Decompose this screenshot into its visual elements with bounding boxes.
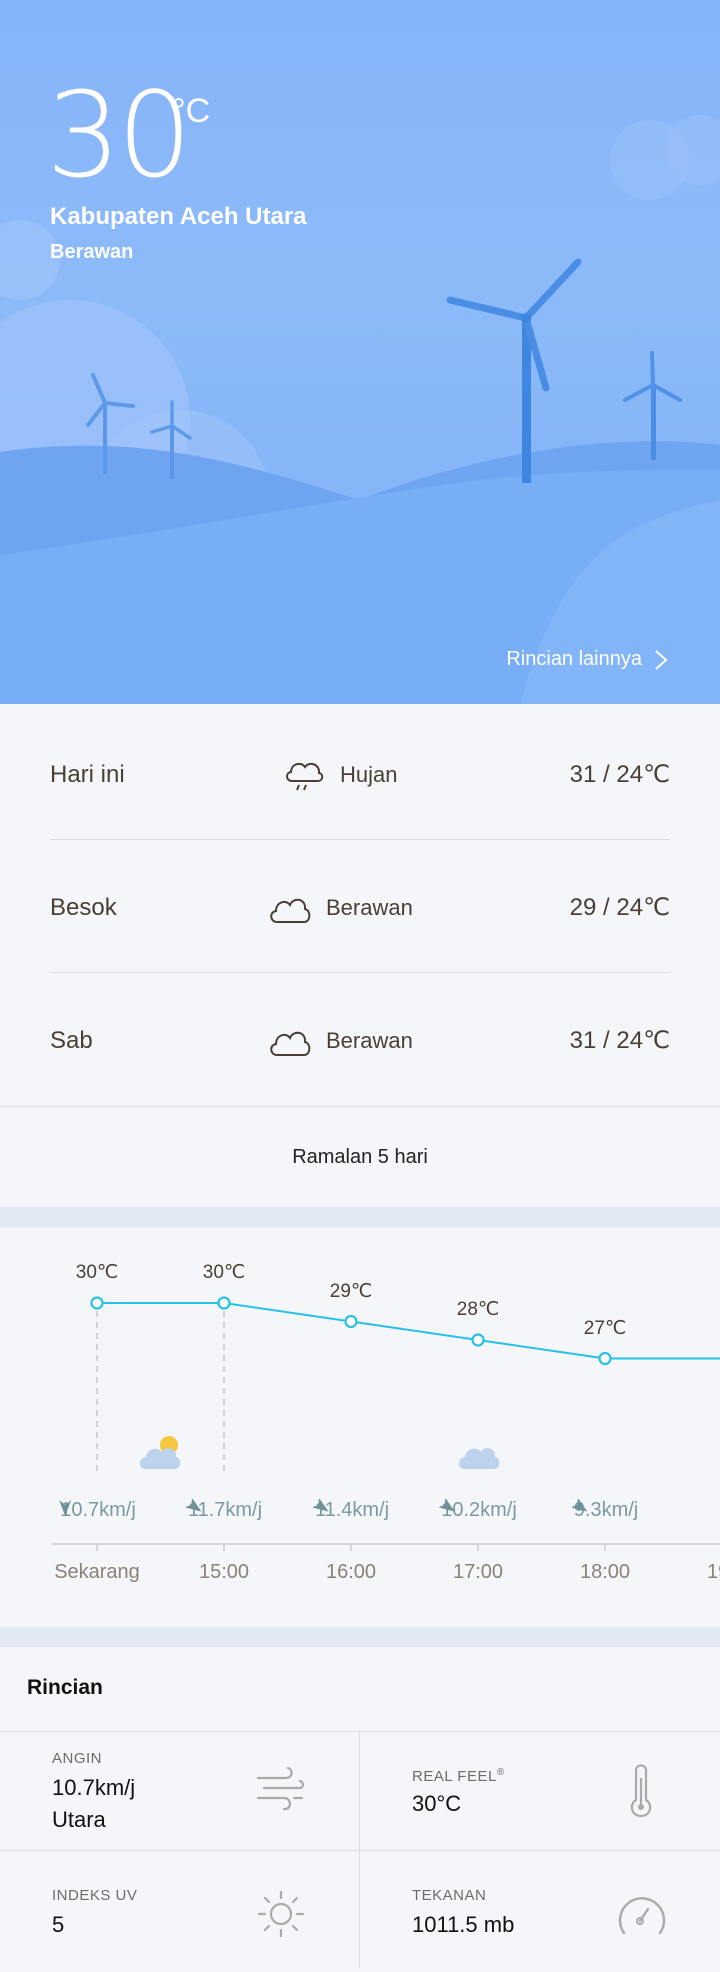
- sun-icon: [257, 1890, 305, 1938]
- uv-label: INDEKS UV: [52, 1887, 138, 1904]
- hour-time: 17:00: [452, 1561, 504, 1583]
- section-separator: [0, 1207, 720, 1227]
- forecast-condition: Berawan: [326, 894, 413, 920]
- hour-time: Sekarang: [54, 1561, 140, 1583]
- gauge-icon: [618, 1897, 666, 1935]
- pressure-label: TEKANAN: [412, 1887, 487, 1904]
- hero-banner: 30 °C Kabupaten Aceh Utara Berawan Rinci…: [0, 0, 720, 704]
- hour-time: 19:00: [706, 1561, 720, 1583]
- more-details-label: Rincian lainnya: [506, 648, 642, 670]
- current-condition: Berawan: [50, 241, 134, 263]
- hour-wind: 10.7km/j: [58, 1499, 136, 1522]
- details-title: Rincian: [27, 1676, 103, 1699]
- wind-label: ANGIN: [52, 1750, 103, 1767]
- forecast-day: Sab: [50, 1026, 93, 1054]
- forecast-day: Besok: [50, 893, 117, 921]
- temperature-point: [217, 1296, 231, 1310]
- hour-temperature: 30℃: [202, 1262, 246, 1283]
- forecast-row-tomorrow[interactable]: Besok Berawan 29 / 24℃: [50, 841, 670, 974]
- chevron-right-icon: [655, 649, 668, 670]
- temperature-point: [344, 1314, 358, 1329]
- hour-temperature: 28℃: [456, 1299, 500, 1320]
- hour-wind: 9.3km/j: [571, 1499, 638, 1522]
- detail-real-feel: REAL FEEL® 30°C: [360, 1732, 720, 1850]
- detail-wind: ANGIN 10.7km/j Utara: [0, 1732, 359, 1850]
- hourly-forecast[interactable]: 30℃ 10.7km/j Sekarang 30℃ 11.7km/j 15:00 29℃ 11…: [0, 1227, 720, 1627]
- forecast-row-today[interactable]: Hari ini Hujan 31 / 24℃: [50, 708, 670, 841]
- hour-time: 18:00: [579, 1561, 631, 1583]
- location-name: Kabupaten Aceh Utara: [50, 203, 307, 230]
- forecast-day: Hari ini: [50, 760, 125, 788]
- forecast-row-saturday[interactable]: Sab Berawan 31 / 24℃: [50, 974, 670, 1107]
- forecast-range: 29 / 24℃: [569, 894, 670, 921]
- temperature-line: [97, 1302, 720, 1360]
- forecast-range: 31 / 24℃: [569, 1027, 670, 1054]
- current-temperature: 30: [46, 66, 192, 204]
- detail-uv-index: INDEKS UV 5: [0, 1851, 359, 1969]
- detail-pressure: TEKANAN 1011.5 mb: [360, 1851, 720, 1969]
- rain-cloud-icon: [280, 755, 328, 795]
- hour-time: 15:00: [198, 1561, 250, 1583]
- cloud-icon: [458, 1448, 500, 1469]
- hour-temperature: 29℃: [329, 1280, 373, 1302]
- cloud-icon: [266, 1023, 314, 1059]
- hour-time: 16:00: [325, 1561, 377, 1583]
- hour-temperature: 30℃: [75, 1262, 119, 1283]
- wind-direction: Utara: [52, 1807, 106, 1832]
- section-separator: [0, 1627, 720, 1647]
- real-feel-value: 30°C: [412, 1791, 462, 1816]
- wind-icon: [256, 1766, 305, 1811]
- hour-wind: 10.2km/j: [439, 1499, 517, 1522]
- hour-wind: 11.4km/j: [312, 1499, 389, 1522]
- thermometer-icon: [630, 1764, 652, 1818]
- temperature-point: [90, 1296, 104, 1310]
- hour-wind: 11.7km/j: [185, 1499, 262, 1522]
- temperature-point: [598, 1351, 612, 1366]
- forecast-condition: Berawan: [326, 1027, 413, 1053]
- forecast-range: 31 / 24℃: [569, 761, 670, 788]
- uv-value: 5: [52, 1912, 65, 1937]
- hour-temperature: 27℃: [583, 1317, 627, 1339]
- forecast-condition: Hujan: [340, 761, 398, 787]
- cloud-icon: [266, 890, 314, 926]
- divider: [50, 972, 670, 973]
- more-details-link[interactable]: Rincian lainnya: [506, 648, 668, 671]
- divider: [50, 839, 670, 840]
- wind-value: 10.7km/j: [52, 1775, 136, 1800]
- temperature-point: [471, 1333, 485, 1347]
- pressure-value: 1011.5 mb: [412, 1912, 515, 1937]
- temperature-unit: °C: [172, 92, 211, 130]
- partly-sunny-icon: [139, 1436, 181, 1469]
- five-day-forecast-button[interactable]: Ramalan 5 hari: [0, 1107, 720, 1207]
- real-feel-label: REAL FEEL®: [412, 1767, 505, 1785]
